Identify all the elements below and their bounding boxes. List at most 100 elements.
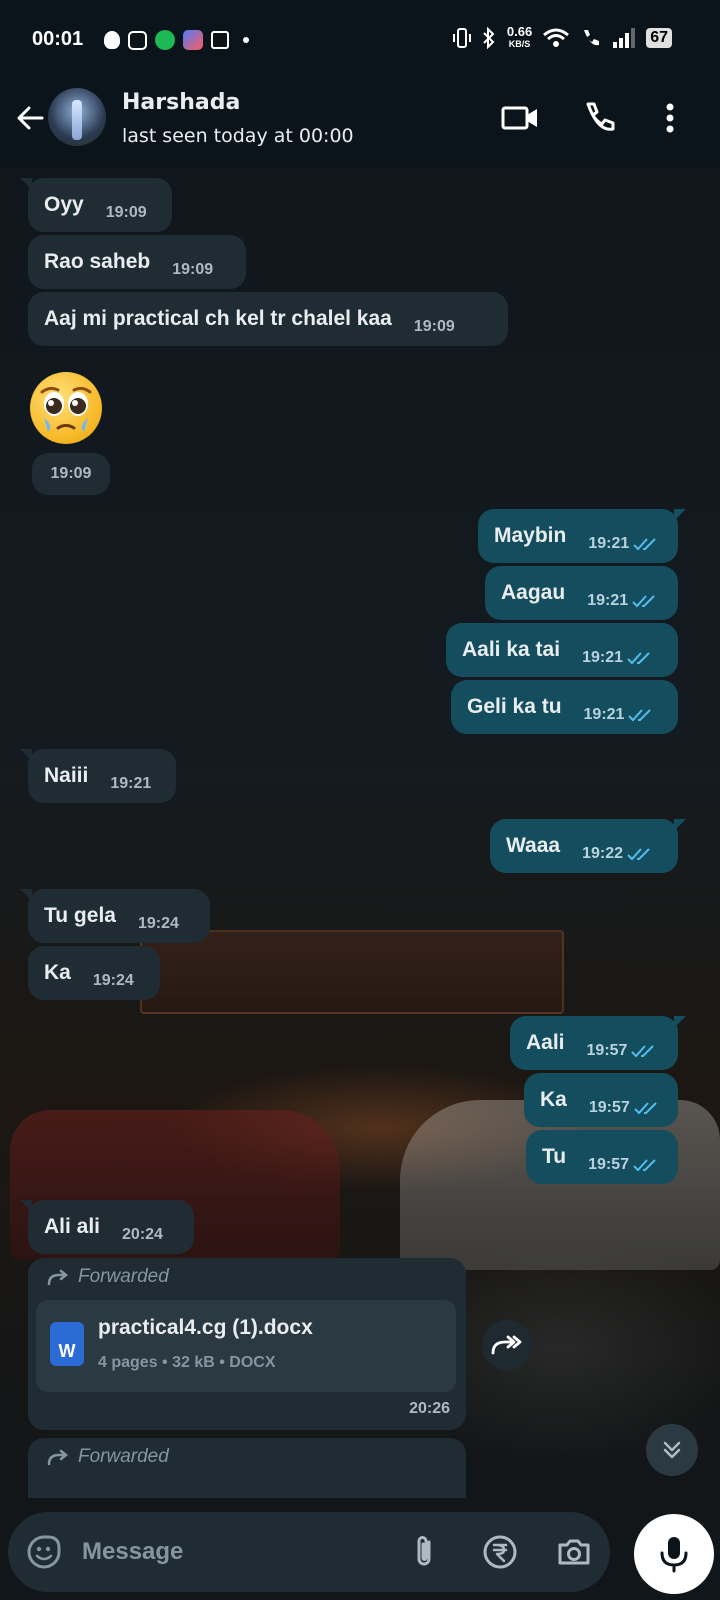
message-text: Rao saheb xyxy=(44,250,151,273)
message-time: 19:24 xyxy=(137,915,179,932)
read-receipt-icon xyxy=(632,595,655,608)
forward-button[interactable] xyxy=(482,1320,532,1370)
document-card[interactable]: W practical4.cg (1).docx 4 pages • 32 kB… xyxy=(36,1300,456,1392)
message-list[interactable]: Oyy 19:09 Rao saheb 19:09 Aaj mi practic… xyxy=(0,168,720,1508)
attachment-icon[interactable] xyxy=(404,1532,444,1572)
double-chevron-down-icon xyxy=(663,1441,681,1459)
message-bubble-incoming[interactable]: Aaj mi practical ch kel tr chalel kaa 19… xyxy=(28,292,508,346)
message-time: 19:57 xyxy=(588,1156,659,1174)
forwarded-icon xyxy=(47,1449,69,1466)
wifi-icon xyxy=(543,28,570,47)
instagram-icon xyxy=(128,30,147,50)
spotify-icon xyxy=(155,30,175,50)
forwarded-document-message[interactable]: Forwarded W practical4.cg (1).docx 4 pag… xyxy=(28,1258,466,1430)
system-icons: 0.66 KB/S 67 xyxy=(452,24,672,50)
read-receipt-icon xyxy=(634,1102,657,1115)
message-time: 20:24 xyxy=(122,1226,163,1243)
message-text: Waaa xyxy=(506,834,561,857)
voice-message-button[interactable] xyxy=(634,1514,714,1594)
video-call-icon[interactable] xyxy=(500,98,540,138)
message-bubble-incoming[interactable]: Oyy 19:09 xyxy=(20,178,172,232)
message-time: 19:09 xyxy=(32,453,110,495)
message-text: Aaj mi practical ch kel tr chalel kaa xyxy=(44,307,392,330)
message-time: 20:26 xyxy=(409,1400,450,1417)
snapchat-icon xyxy=(104,31,120,49)
status-bar: 00:01 0.66 KB/S 67 xyxy=(0,0,720,80)
document-file-meta: 4 pages • 32 kB • DOCX xyxy=(98,1354,276,1371)
status-time: 00:01 xyxy=(32,28,84,50)
wifi-calling-icon xyxy=(584,30,600,46)
battery-indicator: 67 xyxy=(646,28,672,48)
forwarded-label: Forwarded xyxy=(46,1266,169,1288)
message-text: Tu gela xyxy=(44,904,116,927)
message-time: 19:22 xyxy=(582,845,653,863)
message-time: 19:21 xyxy=(582,649,653,667)
vibrate-icon xyxy=(452,28,471,48)
message-input[interactable]: Message xyxy=(82,1538,183,1566)
pleading-face-icon xyxy=(40,386,92,432)
forwarded-message-partial[interactable]: Forwarded xyxy=(28,1438,466,1498)
message-composer[interactable]: Message xyxy=(8,1512,610,1592)
message-time: 19:09 xyxy=(105,204,147,221)
notification-icons xyxy=(104,30,249,50)
message-time: 19:57 xyxy=(589,1099,660,1117)
chat-header: Harshada last seen today at 00:00 xyxy=(0,80,720,168)
emoji-sticker-icon[interactable] xyxy=(26,1534,62,1570)
camera-icon[interactable] xyxy=(554,1532,594,1572)
message-bubble-outgoing[interactable]: Aali 19:57 xyxy=(510,1016,686,1070)
message-bubble-outgoing[interactable]: Maybin 19:21 xyxy=(478,509,686,563)
microphone-icon xyxy=(660,1537,688,1573)
scroll-to-bottom-button[interactable] xyxy=(646,1424,698,1476)
read-receipt-icon xyxy=(627,848,650,861)
forwarded-icon xyxy=(47,1269,69,1286)
message-bubble-incoming[interactable]: Rao saheb 19:09 xyxy=(28,235,246,289)
message-time: 19:21 xyxy=(588,535,659,553)
read-receipt-icon xyxy=(631,1045,655,1058)
message-bubble-outgoing[interactable]: Tu 19:57 xyxy=(526,1130,678,1184)
message-time: 19:09 xyxy=(413,318,455,335)
message-bubble-outgoing[interactable]: Ka 19:57 xyxy=(524,1073,678,1127)
message-text: Aagau xyxy=(501,581,566,604)
message-text: Ka xyxy=(540,1088,567,1111)
more-notifications-dot xyxy=(243,37,249,43)
message-bubble-outgoing[interactable]: Waaa 19:22 xyxy=(490,819,686,873)
contact-last-seen[interactable]: last seen today at 00:00 xyxy=(122,125,354,147)
signal-icon xyxy=(613,28,636,48)
message-text: Ali ali xyxy=(44,1215,101,1238)
document-file-name: practical4.cg (1).docx xyxy=(98,1316,313,1339)
bluetooth-icon xyxy=(483,27,495,49)
message-bubble-outgoing[interactable]: Aali ka tai 19:21 xyxy=(446,623,678,677)
message-bubble-outgoing[interactable]: Geli ka tu 19:21 xyxy=(451,680,678,734)
message-text: Tu xyxy=(542,1145,567,1168)
message-time: 19:24 xyxy=(92,972,134,989)
message-bubble-incoming[interactable]: Ali ali 20:24 xyxy=(20,1200,194,1254)
message-text: Aali xyxy=(526,1031,565,1054)
message-bubble-incoming[interactable]: Naiii 19:21 xyxy=(20,749,176,803)
message-text: Aali ka tai xyxy=(462,638,561,661)
message-time: 19:21 xyxy=(587,592,658,610)
voice-call-icon[interactable] xyxy=(580,98,620,138)
message-notification-icon xyxy=(211,31,229,49)
message-time: 19:21 xyxy=(584,706,655,724)
message-time: 19:57 xyxy=(587,1042,658,1060)
message-text: Naiii xyxy=(44,764,89,787)
message-text: Ka xyxy=(44,961,71,984)
read-receipt-icon xyxy=(628,709,652,722)
read-receipt-icon xyxy=(633,1159,656,1172)
forwarded-label: Forwarded xyxy=(46,1446,169,1468)
contact-name[interactable]: Harshada xyxy=(122,90,240,115)
message-bubble-incoming[interactable]: Ka 19:24 xyxy=(28,946,160,1000)
more-options-icon[interactable] xyxy=(650,98,690,138)
message-bubble-outgoing[interactable]: Aagau 19:21 xyxy=(485,566,678,620)
back-arrow-icon[interactable] xyxy=(12,100,48,136)
word-document-icon: W xyxy=(50,1322,84,1366)
message-bubble-incoming[interactable]: Tu gela 19:24 xyxy=(20,889,210,943)
message-text: Maybin xyxy=(494,524,567,547)
emoji-message[interactable] xyxy=(30,372,102,444)
message-time: 19:21 xyxy=(110,775,152,792)
contact-avatar[interactable] xyxy=(48,88,106,146)
read-receipt-icon xyxy=(633,538,656,551)
network-speed: 0.66 KB/S xyxy=(506,24,533,49)
message-text: Geli ka tu xyxy=(467,695,562,718)
payment-rupee-icon[interactable] xyxy=(480,1532,520,1572)
